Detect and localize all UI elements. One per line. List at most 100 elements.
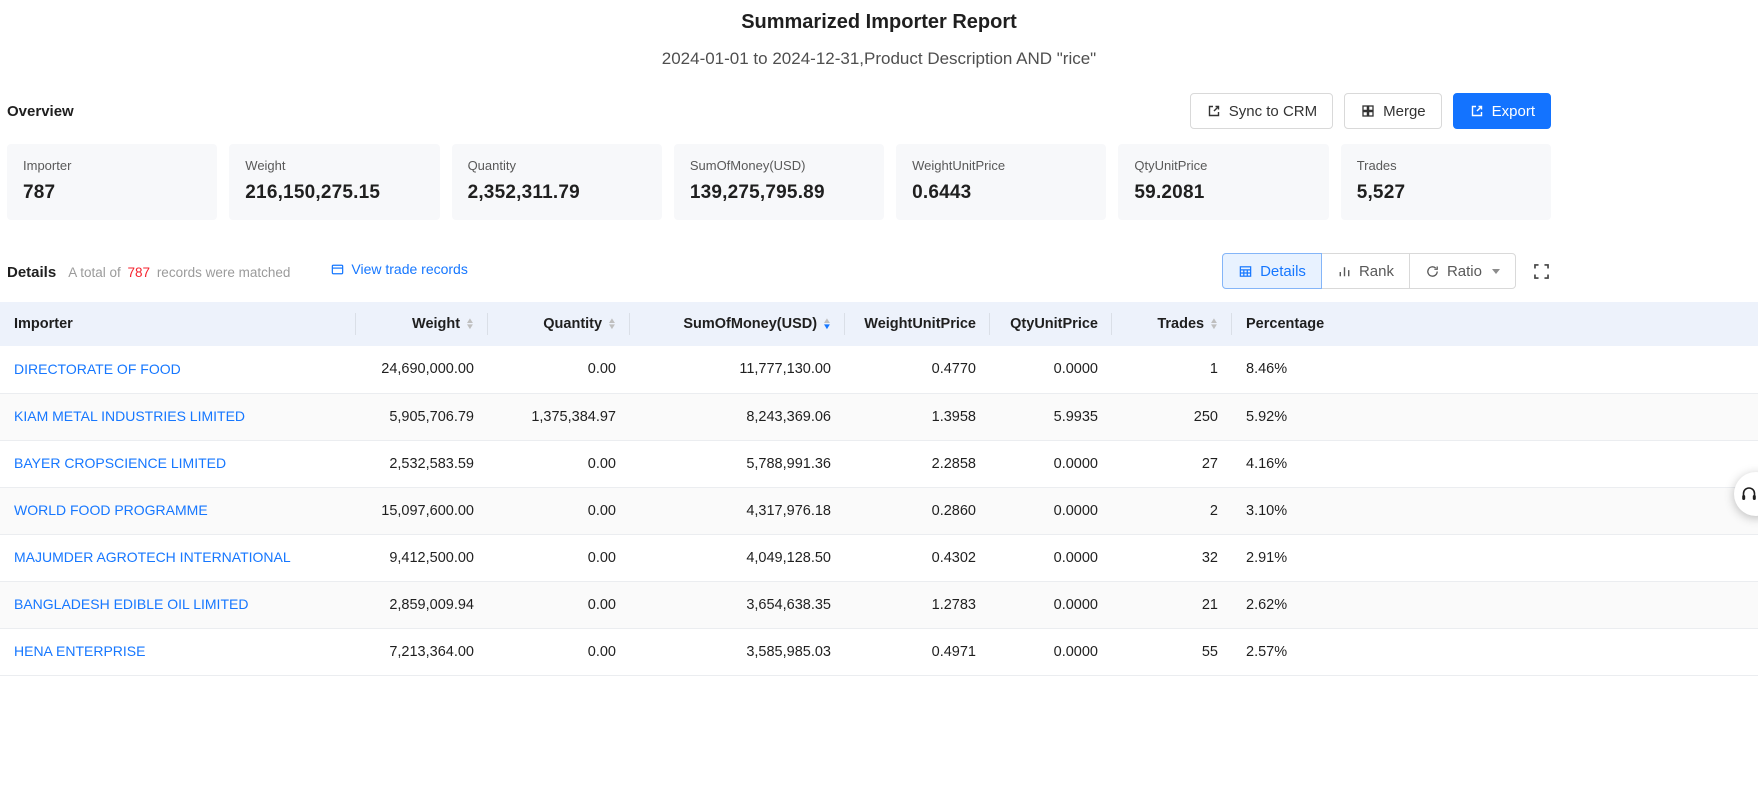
cell-qty_unit_price: 5.9935 [990,393,1112,440]
column-header-label-wrap: WeightUnitPrice [859,316,976,332]
matched-prefix: A total of [68,265,121,280]
table-header-row: ImporterWeight▲▼Quantity▲▼SumOfMoney(USD… [0,302,1758,346]
cell-quantity: 1,375,384.97 [488,393,630,440]
cell-trades: 32 [1112,534,1232,581]
column-header-label: Quantity [543,316,602,332]
cell-weight: 2,859,009.94 [356,581,488,628]
column-header-quantity[interactable]: Quantity ▲▼ [488,302,630,346]
sort-desc-icon: ▼ [607,324,617,330]
column-header-label: Trades [1157,316,1204,332]
details-left: Details A total of 787 records were matc… [7,261,468,281]
cell-percentage: 4.16% [1232,440,1758,487]
cell-importer: DIRECTORATE OF FOOD [0,346,356,393]
merge-icon [1360,103,1376,119]
cell-sum_of_money: 3,654,638.35 [630,581,845,628]
cell-trades: 250 [1112,393,1232,440]
sort-icons[interactable]: ▲▼ [466,318,474,330]
stat-label: SumOfMoney(USD) [690,158,868,173]
stat-card: Weight216,150,275.15 [229,144,439,220]
merge-button[interactable]: Merge [1344,93,1442,129]
cell-importer: BAYER CROPSCIENCE LIMITED [0,440,356,487]
stat-label: WeightUnitPrice [912,158,1090,173]
cell-weight: 5,905,706.79 [356,393,488,440]
top-section: Overview Sync to CRM Merge [7,93,1551,289]
cell-qty_unit_price: 0.0000 [990,581,1112,628]
cell-percentage: 2.57% [1232,628,1758,675]
export-button[interactable]: Export [1453,93,1551,129]
details-label: Details [7,264,56,281]
importer-link[interactable]: DIRECTORATE OF FOOD [14,361,181,377]
cell-importer: MAJUMDER AGROTECH INTERNATIONAL [0,534,356,581]
rank-view-button[interactable]: Rank [1321,253,1410,289]
cell-weight_unit_price: 0.4770 [845,346,990,393]
column-header-label-wrap: QtyUnitPrice [1004,316,1098,332]
stat-label: Importer [23,158,201,173]
cell-weight: 9,412,500.00 [356,534,488,581]
cell-weight_unit_price: 1.3958 [845,393,990,440]
importer-link[interactable]: BAYER CROPSCIENCE LIMITED [14,455,226,471]
column-header-weight[interactable]: Weight▲▼ [356,302,488,346]
merge-label: Merge [1383,103,1426,120]
column-header-qty_unit_price: QtyUnitPrice [990,302,1112,346]
sort-icons[interactable]: ▲▼ [608,318,616,330]
stat-card: QtyUnitPrice59.2081 [1118,144,1328,220]
importer-link[interactable]: BANGLADESH EDIBLE OIL LIMITED [14,596,248,612]
cell-qty_unit_price: 0.0000 [990,534,1112,581]
cell-sum_of_money: 5,788,991.36 [630,440,845,487]
column-header-weight_unit_price: WeightUnitPrice [845,302,990,346]
stat-value: 787 [23,182,201,204]
importer-link[interactable]: MAJUMDER AGROTECH INTERNATIONAL [14,549,291,565]
report-subtitle: 2024-01-01 to 2024-12-31,Product Descrip… [0,49,1758,69]
details-view-label: Details [1260,263,1306,280]
matched-text: A total of 787 records were matched [68,265,290,280]
stat-label: Quantity [468,158,646,173]
fullscreen-button[interactable] [1532,262,1551,281]
column-header-sum_of_money[interactable]: SumOfMoney(USD) ▲▼ [630,302,845,346]
importer-link[interactable]: HENA ENTERPRISE [14,643,145,659]
column-header-label: SumOfMoney(USD) [683,316,817,332]
export-icon [1469,103,1485,119]
table-row: BANGLADESH EDIBLE OIL LIMITED 2,859,009.9… [0,581,1758,628]
column-header-trades[interactable]: Trades ▲▼ [1112,302,1232,346]
ratio-view-button[interactable]: Ratio [1409,253,1516,289]
sort-icons[interactable]: ▲▼ [1210,318,1218,330]
table-row: HENA ENTERPRISE7,213,364.000.003,585,985… [0,628,1758,675]
cell-importer: KIAM METAL INDUSTRIES LIMITED [0,393,356,440]
stat-card: Importer 787 [7,144,217,220]
cell-weight_unit_price: 0.4971 [845,628,990,675]
report-header: Summarized Importer Report 2024-01-01 to… [0,0,1758,69]
sync-to-crm-button[interactable]: Sync to CRM [1190,93,1333,129]
cell-quantity: 0.00 [488,581,630,628]
stat-card: SumOfMoney(USD)139,275,795.89 [674,144,884,220]
cell-quantity: 0.00 [488,346,630,393]
cell-quantity: 0.00 [488,628,630,675]
details-view-button[interactable]: Details [1222,253,1322,289]
column-header-label: QtyUnitPrice [1010,316,1098,332]
cell-weight: 24,690,000.00 [356,346,488,393]
cell-trades: 55 [1112,628,1232,675]
stat-card: Quantity2,352,311.79 [452,144,662,220]
cell-weight_unit_price: 0.4302 [845,534,990,581]
matched-count: 787 [125,265,154,280]
page-title: Summarized Importer Report [0,11,1758,34]
overview-actions: Sync to CRM Merge Export [1190,93,1551,129]
stat-card: Trades5,527 [1341,144,1551,220]
importer-link[interactable]: WORLD FOOD PROGRAMME [14,502,208,518]
sort-icons[interactable]: ▲▼ [823,318,831,330]
cell-weight: 2,532,583.59 [356,440,488,487]
rank-view-label: Rank [1359,263,1394,280]
column-header-label-wrap: Quantity ▲▼ [502,316,616,332]
cell-qty_unit_price: 0.0000 [990,628,1112,675]
cell-weight_unit_price: 0.2860 [845,487,990,534]
chevron-down-icon [1492,269,1500,274]
cell-sum_of_money: 3,585,985.03 [630,628,845,675]
cell-trades: 1 [1112,346,1232,393]
column-header-label: WeightUnitPrice [864,316,976,332]
importer-table: ImporterWeight▲▼Quantity▲▼SumOfMoney(USD… [0,302,1758,676]
cell-sum_of_money: 8,243,369.06 [630,393,845,440]
view-trade-records-link[interactable]: View trade records [330,261,467,277]
cell-percentage: 3.10% [1232,487,1758,534]
table-row: KIAM METAL INDUSTRIES LIMITED 5,905,706.7… [0,393,1758,440]
importer-link[interactable]: KIAM METAL INDUSTRIES LIMITED [14,408,245,424]
export-label: Export [1492,103,1535,120]
